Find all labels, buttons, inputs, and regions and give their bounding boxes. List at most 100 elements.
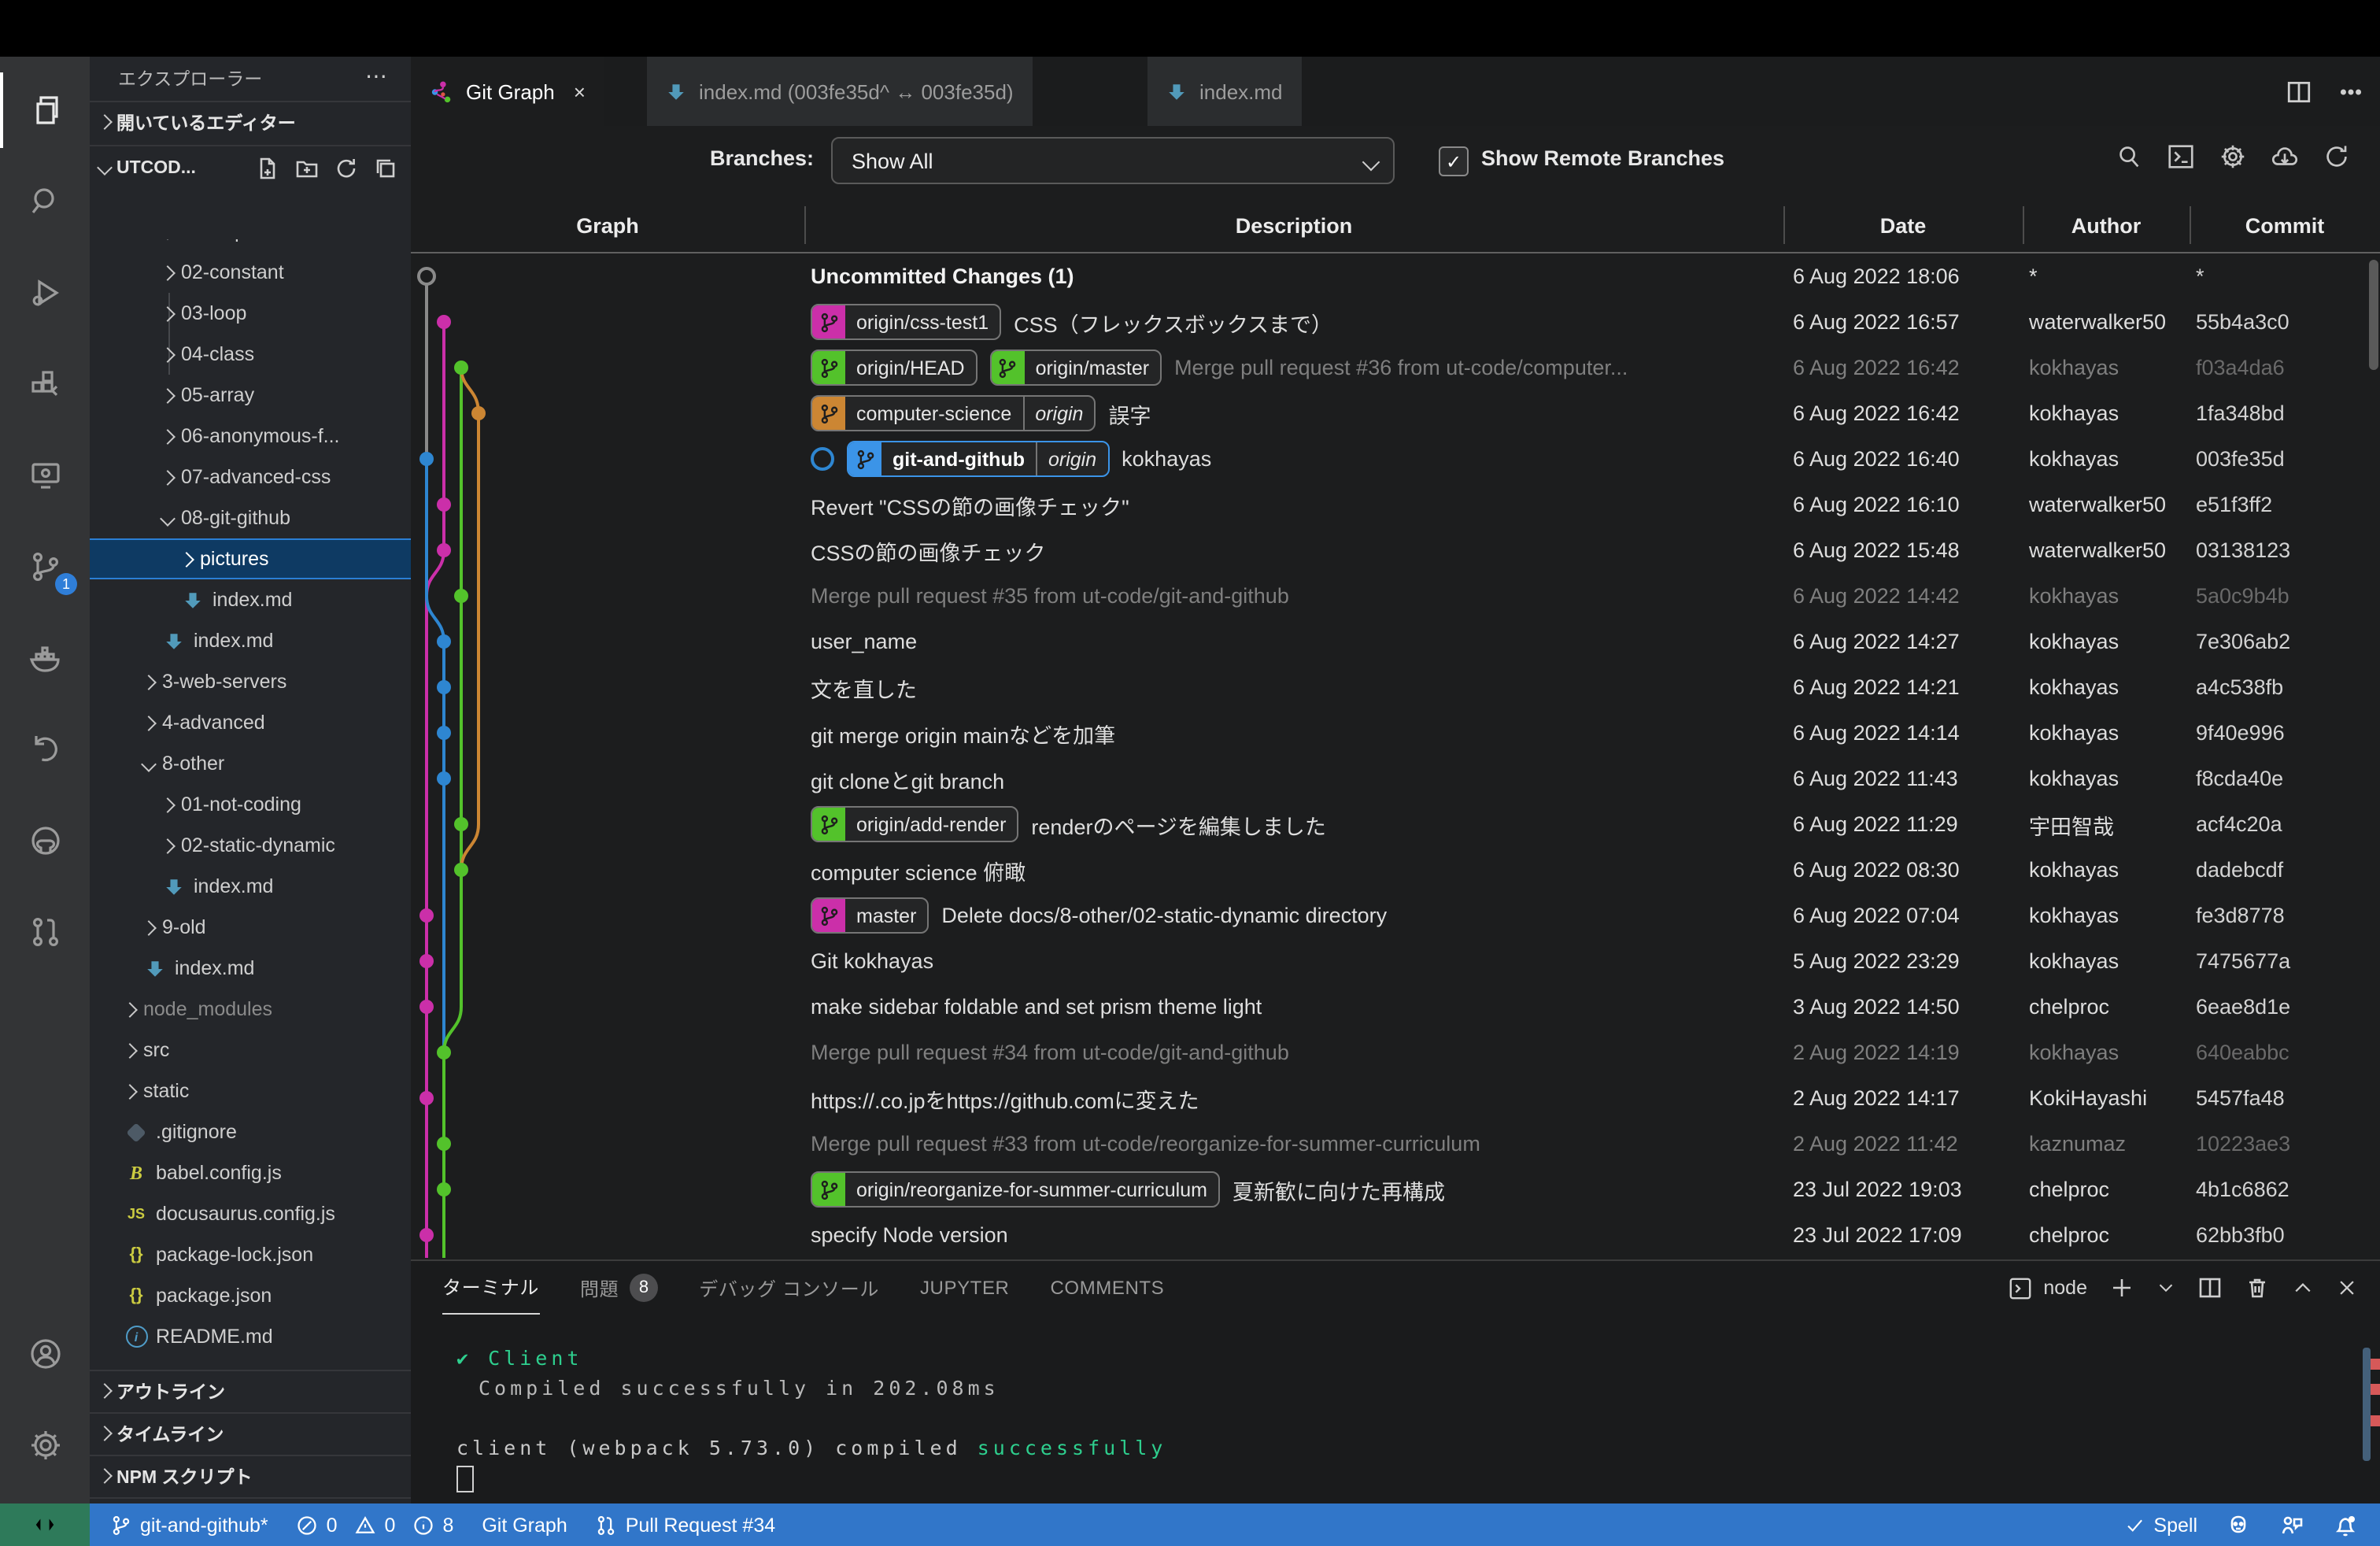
tree-item-folder[interactable]: 02-static-dynamic bbox=[90, 825, 411, 866]
tree-item-folder[interactable]: 8-other bbox=[90, 743, 411, 784]
terminal-output[interactable]: ✔ Client Compiled successfully in 202.08… bbox=[456, 1343, 1166, 1492]
commit-row[interactable]: origin/css-test1 CSS（フレックスボックスまで） 6 Aug … bbox=[411, 299, 2380, 345]
branch-badge[interactable]: computer-scienceorigin bbox=[811, 395, 1096, 431]
commit-row[interactable]: origin/add-render renderのページを編集しました 6 Au… bbox=[411, 801, 2380, 847]
commit-row[interactable]: https://.co.jpをhttps://github.comに変えた 2 … bbox=[411, 1075, 2380, 1121]
terminal-icon[interactable] bbox=[2166, 142, 2196, 172]
commit-row[interactable]: CSSの節の画像チェック 6 Aug 2022 15:48waterwalker… bbox=[411, 527, 2380, 573]
refresh-icon[interactable] bbox=[334, 156, 359, 181]
table-scrollbar[interactable] bbox=[2369, 260, 2378, 370]
shell-picker[interactable]: node bbox=[2009, 1276, 2087, 1300]
branch-status[interactable]: git-and-github* bbox=[110, 1514, 268, 1536]
tree-item-folder[interactable]: 3-web-servers bbox=[90, 661, 411, 702]
tree-item-folder[interactable]: node_modules bbox=[90, 989, 411, 1030]
tree-item-folder[interactable]: 03-loop bbox=[90, 293, 411, 334]
commit-row[interactable]: Merge pull request #34 from ut-code/git-… bbox=[411, 1030, 2380, 1075]
commit-row[interactable]: computer-scienceorigin 誤字 6 Aug 2022 16:… bbox=[411, 390, 2380, 436]
column-date[interactable]: Date bbox=[1783, 197, 2023, 253]
commit-row[interactable]: origin/HEAD origin/master Merge pull req… bbox=[411, 345, 2380, 390]
tree-item-folder[interactable]: 02-constant bbox=[90, 252, 411, 293]
tab-terminal[interactable]: ターミナル bbox=[442, 1261, 539, 1315]
new-terminal-icon[interactable] bbox=[2109, 1275, 2134, 1300]
current-branch-badge[interactable]: git-and-githuborigin bbox=[847, 441, 1109, 477]
commit-row[interactable]: origin/reorganize-for-summer-curriculum … bbox=[411, 1167, 2380, 1212]
kill-terminal-icon[interactable] bbox=[2245, 1275, 2270, 1300]
feedback-icon[interactable] bbox=[2279, 1512, 2304, 1537]
tree-item-file[interactable]: index.md bbox=[90, 620, 411, 661]
tree-item-file[interactable]: Bbabel.config.js bbox=[90, 1152, 411, 1193]
problems-status[interactable]: 0 0 8 bbox=[297, 1514, 454, 1536]
column-author[interactable]: Author bbox=[2023, 197, 2190, 253]
column-description[interactable]: Description bbox=[804, 197, 1783, 253]
branch-badge[interactable]: origin/reorganize-for-summer-curriculum bbox=[811, 1171, 1220, 1208]
tree-item-file[interactable]: index.md bbox=[90, 579, 411, 620]
timeline-section[interactable]: タイムライン bbox=[90, 1412, 411, 1453]
account-icon[interactable] bbox=[0, 1316, 90, 1392]
spell-status[interactable]: Spell bbox=[2125, 1514, 2197, 1536]
commit-row[interactable]: Merge pull request #33 from ut-code/reor… bbox=[411, 1121, 2380, 1167]
npm-scripts-section[interactable]: NPM スクリプト bbox=[90, 1455, 411, 1496]
commit-row[interactable]: Merge pull request #35 from ut-code/git-… bbox=[411, 573, 2380, 619]
tree-item-folder[interactable]: 9-old bbox=[90, 907, 411, 948]
pull-request-icon[interactable] bbox=[0, 894, 90, 970]
tree-item-folder[interactable]: 4-advanced bbox=[90, 702, 411, 743]
branch-badge[interactable]: master bbox=[811, 897, 929, 934]
tree-item-folder[interactable]: 07-advanced-css bbox=[90, 457, 411, 497]
pull-request-status[interactable]: Pull Request #34 bbox=[596, 1514, 775, 1536]
tab-index-diff[interactable]: index.md (003fe35d^ ↔ 003fe35d) bbox=[647, 57, 1034, 126]
tree-item-folder[interactable]: 01-not-coding bbox=[90, 784, 411, 825]
collapse-all-icon[interactable] bbox=[373, 156, 398, 181]
column-commit[interactable]: Commit bbox=[2190, 197, 2380, 253]
tree-item-file[interactable]: .gitignore bbox=[90, 1111, 411, 1152]
extensions-icon[interactable] bbox=[0, 346, 90, 422]
new-file-icon[interactable] bbox=[255, 156, 280, 181]
notifications-bell-icon[interactable] bbox=[2333, 1512, 2358, 1537]
open-editors-section[interactable]: 開いているエディター bbox=[90, 101, 411, 142]
terminal-scrollbar[interactable] bbox=[2363, 1348, 2371, 1461]
search-icon[interactable] bbox=[0, 164, 90, 239]
explorer-more-icon[interactable]: ⋯ bbox=[365, 63, 389, 90]
maximize-panel-icon[interactable] bbox=[2292, 1277, 2314, 1299]
commit-row[interactable]: 文を直した 6 Aug 2022 14:21kokhayasa4c538fb bbox=[411, 664, 2380, 710]
tab-close-icon[interactable]: × bbox=[574, 80, 586, 103]
tree-item-folder[interactable]: 04-class bbox=[90, 334, 411, 375]
cloud-download-icon[interactable] bbox=[2270, 142, 2300, 172]
branch-badge[interactable]: origin/css-test1 bbox=[811, 304, 1001, 340]
remote-explorer-icon[interactable] bbox=[0, 438, 90, 513]
outline-section[interactable]: アウトライン bbox=[90, 1370, 411, 1411]
commit-row[interactable]: Git kokhayas 5 Aug 2022 23:29kokhayas747… bbox=[411, 938, 2380, 984]
commit-row[interactable]: user_name 6 Aug 2022 14:27kokhayas7e306a… bbox=[411, 619, 2380, 664]
tree-item-file[interactable]: {}package.json bbox=[90, 1275, 411, 1316]
branch-badge[interactable]: origin/master bbox=[990, 350, 1162, 386]
branch-badge[interactable]: origin/HEAD bbox=[811, 350, 978, 386]
column-graph[interactable]: Graph bbox=[411, 197, 804, 253]
remote-indicator[interactable] bbox=[0, 1503, 90, 1546]
refresh-icon[interactable] bbox=[2322, 142, 2352, 172]
explorer-icon[interactable] bbox=[0, 72, 93, 148]
commit-row[interactable]: Revert "CSSの節の画像チェック" 6 Aug 2022 16:10wa… bbox=[411, 482, 2380, 527]
docker-icon[interactable] bbox=[0, 620, 90, 696]
close-panel-icon[interactable] bbox=[2336, 1277, 2358, 1299]
tree-item-file[interactable]: index.md bbox=[90, 948, 411, 989]
tree-item-folder[interactable]: 01-inspector bbox=[90, 239, 411, 252]
project-section-header[interactable]: UTCOD... bbox=[90, 145, 411, 189]
tree-item-file[interactable]: index.md bbox=[90, 866, 411, 907]
tab-git-graph[interactable]: Git Graph × bbox=[411, 57, 606, 126]
tree-item-folder[interactable]: src bbox=[90, 1030, 411, 1071]
tab-problems[interactable]: 問題8 bbox=[580, 1261, 658, 1315]
commit-row[interactable]: computer science 俯瞰 6 Aug 2022 08:30kokh… bbox=[411, 847, 2380, 893]
tab-jupyter[interactable]: JUPYTER bbox=[920, 1261, 1010, 1315]
split-terminal-icon[interactable] bbox=[2197, 1275, 2223, 1300]
commit-row[interactable]: specify Node version 23 Jul 2022 17:09ch… bbox=[411, 1212, 2380, 1258]
tree-item-folder[interactable]: 05-array bbox=[90, 375, 411, 416]
git-graph-status[interactable]: Git Graph bbox=[482, 1514, 567, 1536]
tree-item-folder[interactable]: 06-anonymous-f... bbox=[90, 416, 411, 457]
branch-badge[interactable]: origin/add-render bbox=[811, 806, 1018, 842]
tab-debug-console[interactable]: デバッグ コンソール bbox=[699, 1261, 879, 1315]
more-actions-icon[interactable] bbox=[2338, 78, 2364, 105]
undo-history-icon[interactable] bbox=[0, 712, 90, 787]
branches-dropdown[interactable]: Show All bbox=[831, 137, 1395, 184]
commit-row[interactable]: git cloneとgit branch 6 Aug 2022 11:43kok… bbox=[411, 756, 2380, 801]
new-folder-icon[interactable] bbox=[294, 156, 320, 181]
tab-index-md[interactable]: index.md bbox=[1148, 57, 1303, 126]
